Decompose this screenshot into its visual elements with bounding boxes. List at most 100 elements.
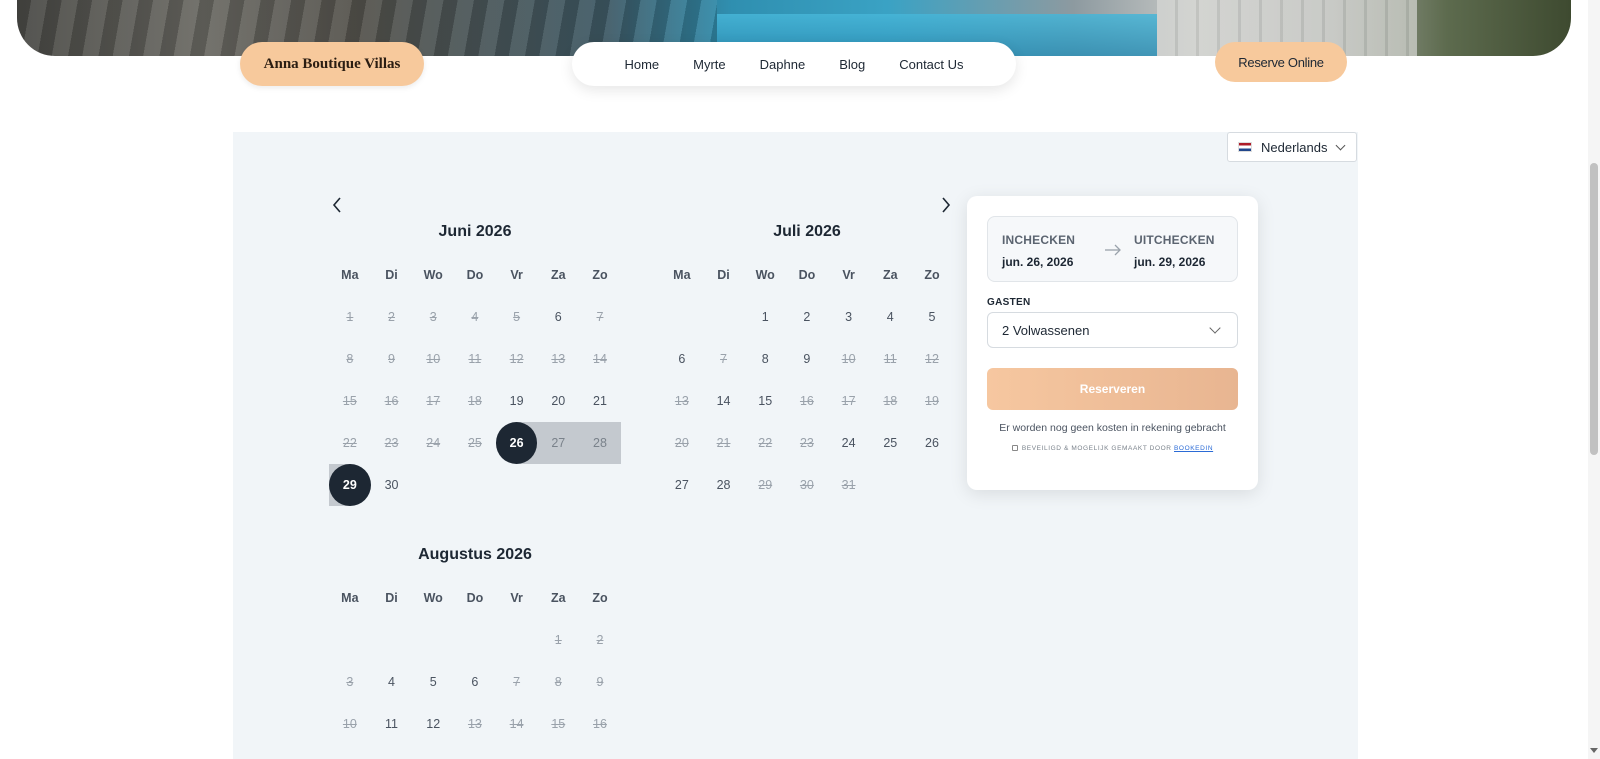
calendar-day[interactable]: 15 bbox=[744, 380, 786, 422]
calendar-day[interactable]: 9 bbox=[786, 338, 828, 380]
calendar-day: 13 bbox=[674, 394, 689, 408]
weekday-label: Ma bbox=[673, 268, 691, 282]
bookedin-link[interactable]: BOOKEDIN bbox=[1174, 445, 1213, 452]
calendar-day[interactable]: 26 bbox=[911, 422, 953, 464]
calendar-day[interactable]: 20 bbox=[537, 380, 579, 422]
calendar-day[interactable]: 6 bbox=[661, 338, 703, 380]
calendar-day[interactable]: 12 bbox=[412, 703, 454, 745]
weekday-label: Za bbox=[550, 591, 566, 605]
empty-cell bbox=[412, 619, 454, 661]
calendar-day[interactable]: 28 bbox=[579, 422, 621, 464]
calendar-day[interactable]: 8 bbox=[744, 338, 786, 380]
weekday-label: Za bbox=[882, 268, 898, 282]
weekday-label: Di bbox=[385, 268, 398, 282]
scrollbar-thumb[interactable] bbox=[1590, 163, 1598, 455]
calendar-day[interactable]: 24 bbox=[828, 422, 870, 464]
calendar-day[interactable]: 1 bbox=[744, 296, 786, 338]
calendar-day: 8 bbox=[554, 675, 562, 689]
calendar-day: 5 bbox=[513, 310, 521, 324]
booking-summary-card: INCHECKEN jun. 26, 2026 UITCHECKEN jun. … bbox=[967, 196, 1258, 490]
calendar-day[interactable]: 4 bbox=[371, 661, 413, 703]
brand-logo[interactable]: Anna Boutique Villas bbox=[240, 42, 424, 86]
calendar-day: 25 bbox=[467, 436, 482, 450]
calendar-day: 18 bbox=[883, 394, 898, 408]
selected-day: 29 bbox=[329, 464, 371, 506]
calendar-day: 23 bbox=[384, 436, 399, 450]
calendar-day[interactable]: 25 bbox=[869, 422, 911, 464]
calendar-day[interactable]: 11 bbox=[371, 703, 413, 745]
empty-cell bbox=[496, 464, 538, 506]
calendar-day: 7 bbox=[720, 352, 727, 366]
calendar-day[interactable]: 30 bbox=[371, 464, 413, 506]
calendar-day[interactable]: 27 bbox=[661, 464, 703, 506]
weekday-label: Di bbox=[717, 268, 730, 282]
next-month-button[interactable] bbox=[935, 195, 955, 215]
scroll-down-arrow-icon[interactable] bbox=[1590, 748, 1598, 753]
scrollbar[interactable] bbox=[1588, 0, 1600, 759]
calendar-day: 9 bbox=[388, 352, 395, 366]
calendar-day: 9 bbox=[596, 675, 604, 689]
weekday-label: Wo bbox=[755, 268, 775, 282]
calendar-day: 30 bbox=[799, 478, 814, 492]
calendar-day[interactable]: 29 bbox=[329, 464, 371, 506]
empty-cell bbox=[579, 464, 621, 506]
nav-myrte[interactable]: Myrte bbox=[693, 57, 726, 72]
calendar-day: 11 bbox=[468, 352, 482, 366]
calendar-day[interactable]: 14 bbox=[703, 380, 745, 422]
guests-select[interactable]: 2 Volwassenen bbox=[987, 312, 1238, 348]
calendar-day[interactable]: 28 bbox=[703, 464, 745, 506]
calendar-day: 22 bbox=[758, 436, 773, 450]
calendar-day[interactable]: 4 bbox=[869, 296, 911, 338]
calendar-day: 24 bbox=[426, 436, 441, 450]
calendar-day[interactable]: 6 bbox=[454, 661, 496, 703]
empty-cell bbox=[371, 619, 413, 661]
calendar-day: 18 bbox=[467, 394, 482, 408]
calendar-day: 17 bbox=[841, 394, 856, 408]
weekday-label: Za bbox=[550, 268, 566, 282]
calendar-day[interactable]: 27 bbox=[537, 422, 580, 464]
weekday-label: Zo bbox=[592, 268, 608, 282]
guests-value: 2 Volwassenen bbox=[1002, 322, 1090, 338]
calendar-day: 3 bbox=[346, 675, 354, 689]
calendar-day: 16 bbox=[384, 394, 399, 408]
month-title-juli: Juli 2026 bbox=[773, 223, 841, 240]
chevron-right-icon bbox=[942, 197, 951, 213]
calendar-day[interactable]: 21 bbox=[579, 380, 621, 422]
weekday-label: Zo bbox=[592, 591, 608, 605]
weekday-label: Di bbox=[385, 591, 398, 605]
calendar-day: 11 bbox=[883, 352, 897, 366]
empty-cell bbox=[496, 619, 538, 661]
date-range-box[interactable]: INCHECKEN jun. 26, 2026 UITCHECKEN jun. … bbox=[987, 216, 1238, 282]
language-select[interactable]: Nederlands bbox=[1227, 132, 1357, 162]
checkin-label: INCHECKEN bbox=[1002, 233, 1076, 247]
chevron-left-icon bbox=[332, 197, 341, 213]
reserve-button[interactable]: Reserveren bbox=[987, 368, 1238, 410]
calendar-day[interactable]: 3 bbox=[828, 296, 870, 338]
nav-daphne[interactable]: Daphne bbox=[760, 57, 806, 72]
calendar-day[interactable]: 26 bbox=[495, 422, 538, 464]
nav-home[interactable]: Home bbox=[624, 57, 659, 72]
calendar-day[interactable]: 19 bbox=[496, 380, 538, 422]
calendar-day: 12 bbox=[925, 352, 939, 366]
checkout-label: UITCHECKEN bbox=[1134, 233, 1215, 247]
calendar-day: 2 bbox=[596, 633, 604, 647]
empty-cell bbox=[703, 296, 745, 338]
calendar-day: 14 bbox=[593, 352, 607, 366]
calendar-day[interactable]: 5 bbox=[412, 661, 454, 703]
calendar-day[interactable]: 6 bbox=[537, 296, 579, 338]
calendar-day: 2 bbox=[388, 310, 395, 324]
empty-cell bbox=[412, 464, 454, 506]
prev-month-button[interactable] bbox=[328, 195, 348, 215]
weekday-label: Vr bbox=[510, 268, 523, 282]
calendar-augustus: Ma Di Wo Do Vr Za Zo 1 2 3 4 5 6 7 8 9 10 11 12 13 14 15 16 bbox=[329, 577, 621, 745]
calendar-day[interactable]: 2 bbox=[786, 296, 828, 338]
lock-icon bbox=[1011, 445, 1018, 451]
calendar-day[interactable]: 5 bbox=[911, 296, 953, 338]
nav-contact-us[interactable]: Contact Us bbox=[899, 57, 963, 72]
reserve-online-button[interactable]: Reserve Online bbox=[1215, 42, 1347, 82]
nav-blog[interactable]: Blog bbox=[839, 57, 865, 72]
month-title-augustus: Augustus 2026 bbox=[418, 546, 532, 563]
calendar-day: 19 bbox=[925, 394, 939, 408]
calendar-day: 8 bbox=[346, 352, 354, 366]
weekday-label: Wo bbox=[423, 268, 443, 282]
